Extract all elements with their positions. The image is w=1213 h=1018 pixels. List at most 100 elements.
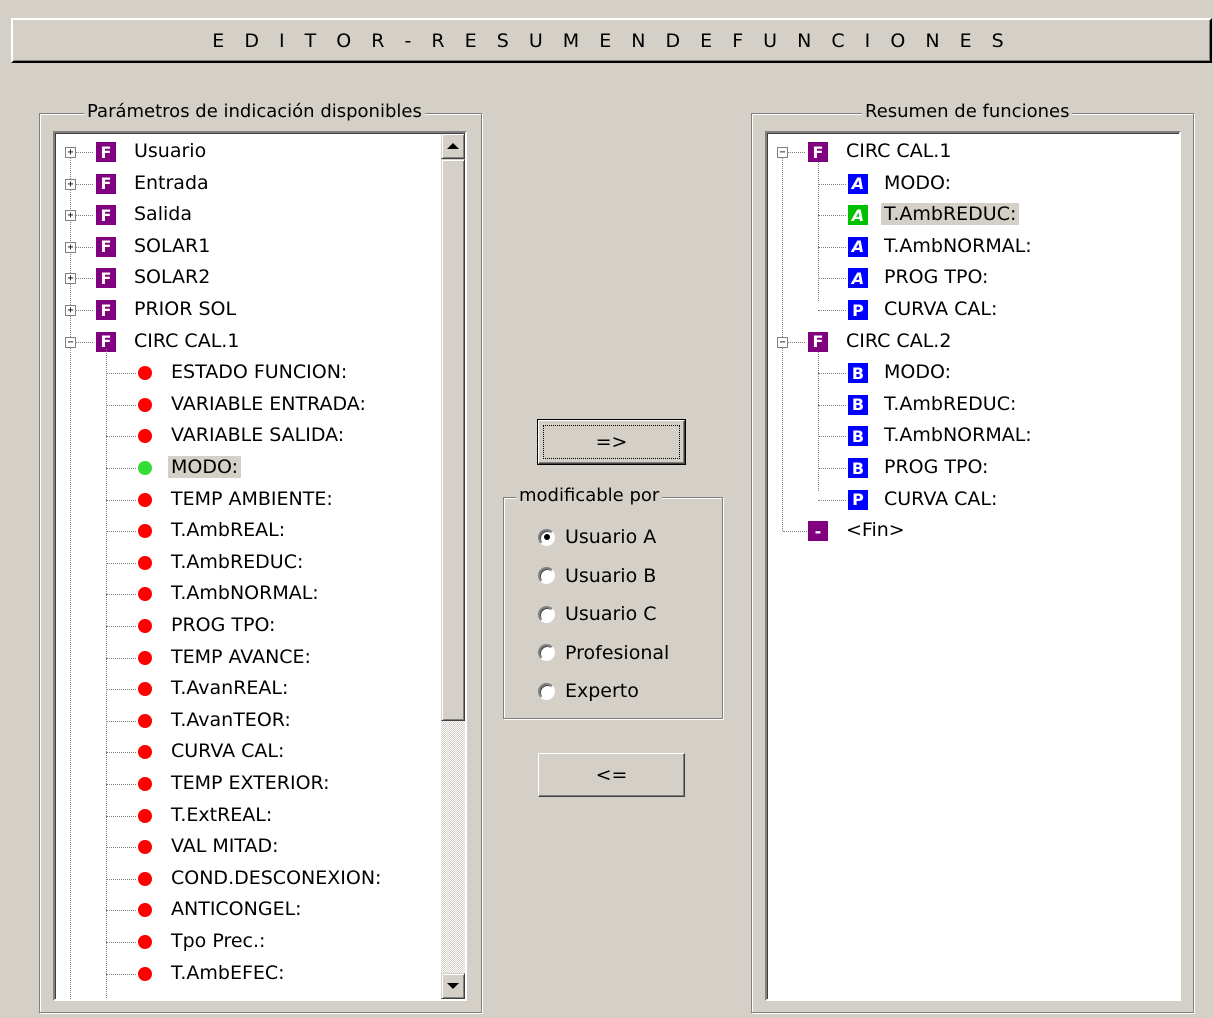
radio-label: Profesional [565, 641, 670, 664]
available-params-legend: Parámetros de indicación disponibles [84, 101, 425, 122]
window-title: E D I T O R - R E S U M E N D E F U N C … [212, 29, 1011, 52]
add-to-summary-button[interactable]: => [537, 419, 686, 465]
a-level-icon: A [848, 268, 868, 289]
tree-branch-line [106, 942, 136, 943]
list-item[interactable]: A T.AmbREDUC: [767, 200, 1167, 231]
modifiable-by-legend: modificable por [516, 485, 663, 506]
list-item[interactable]: B T.AmbNORMAL: [767, 421, 1167, 452]
available-params-tree[interactable]: + F Usuario + F Entrada + F Salida + F SOLAR1 + F SOLA… [53, 131, 467, 1001]
list-item[interactable]: VAL MITAD: [55, 832, 435, 863]
list-item[interactable]: P CURVA CAL: [767, 295, 1167, 326]
list-item[interactable]: CURVA CAL: [55, 737, 435, 768]
scroll-down-button[interactable] [441, 973, 465, 999]
expand-icon[interactable]: + [65, 305, 76, 316]
list-item[interactable]: MODO: [55, 453, 435, 484]
expand-icon[interactable]: + [65, 241, 76, 253]
red-dot-icon [138, 808, 152, 823]
list-item[interactable]: T.AmbREAL: [55, 516, 435, 547]
radio-dot-icon [543, 534, 550, 540]
collapse-icon[interactable]: − [65, 336, 76, 348]
list-item[interactable]: B MODO: [767, 358, 1167, 389]
list-item[interactable]: T.ExtREAL: [55, 801, 435, 832]
radio-unchecked[interactable] [538, 682, 555, 700]
list-item[interactable]: Tpo Prec.: [55, 927, 435, 958]
list-item[interactable]: VARIABLE ENTRADA: [55, 390, 435, 421]
radio-unchecked[interactable] [538, 644, 555, 661]
list-item[interactable]: T.AmbEFEC: [55, 959, 435, 990]
tree-item-label: PROG TPO: [884, 456, 989, 478]
tree-branch-line [818, 278, 846, 280]
list-item[interactable]: T.AmbNORMAL: [55, 579, 435, 610]
radio-label: Experto [565, 680, 639, 702]
list-item[interactable]: T.AvanREAL: [55, 674, 435, 705]
function-icon: F [808, 331, 828, 352]
list-item[interactable]: + F SOLAR1 [55, 232, 435, 263]
list-item[interactable]: TEMP AVANCE: [55, 643, 435, 674]
list-item[interactable]: ESTADO FUNCION: [55, 358, 435, 389]
list-item[interactable]: PROG TPO: [55, 611, 435, 642]
scroll-thumb[interactable] [441, 159, 465, 721]
radio-option[interactable]: Experto [538, 680, 639, 702]
tree-item-label: Entrada [134, 171, 209, 194]
expand-icon[interactable]: + [65, 147, 76, 158]
list-item[interactable]: VARIABLE SALIDA: [55, 421, 435, 452]
expand-icon[interactable]: + [65, 178, 76, 190]
list-item[interactable]: + F PRIOR SOL [55, 295, 435, 326]
red-dot-icon [138, 871, 152, 886]
red-dot-icon [138, 840, 152, 855]
tree-item-label: CURVA CAL: [171, 740, 285, 763]
collapse-icon[interactable]: − [777, 336, 788, 348]
list-item[interactable]: − F CIRC CAL.2 [767, 327, 1167, 358]
list-item[interactable]: COND.DESCONEXION: [55, 864, 435, 895]
list-item[interactable]: T.AvanTEOR: [55, 706, 435, 737]
tree-item-label: Tpo Prec.: [171, 930, 266, 952]
tree-branch-line [106, 626, 136, 627]
radio-option[interactable]: Usuario A [538, 526, 656, 548]
function-summary-tree[interactable]: − F CIRC CAL.1 A MODO: A T.AmbREDUC: A T.AmbNORM… [765, 131, 1181, 1001]
radio-option[interactable]: Usuario C [538, 603, 657, 625]
list-item[interactable]: + F Salida [55, 200, 435, 231]
expand-icon[interactable]: + [65, 273, 76, 285]
list-item[interactable]: − F CIRC CAL.1 [55, 327, 435, 358]
tree-branch-line [818, 215, 846, 217]
radio-option[interactable]: Usuario B [538, 565, 656, 587]
radio-unchecked[interactable] [538, 605, 555, 623]
list-item[interactable]: T.AmbREDUC: [55, 548, 435, 579]
end-icon: - [808, 521, 828, 542]
red-dot-icon [138, 524, 152, 539]
list-item[interactable]: + F Entrada [55, 169, 435, 200]
radio-unchecked[interactable] [538, 567, 555, 584]
collapse-icon[interactable]: − [777, 147, 788, 158]
list-item[interactable]: A T.AmbNORMAL: [767, 232, 1167, 263]
red-dot-icon [138, 682, 152, 697]
list-item[interactable]: B PROG TPO: [767, 453, 1167, 484]
red-dot-icon [138, 619, 152, 633]
list-item[interactable]: A PROG TPO: [767, 263, 1167, 294]
tree-item-label: T.AmbREDUC: [171, 550, 304, 573]
remove-from-summary-button[interactable]: <= [538, 753, 685, 797]
radio-option[interactable]: Profesional [538, 642, 669, 664]
tree-item-label: <Fin> [846, 519, 905, 542]
list-item[interactable]: - <Fin> [767, 516, 1167, 547]
list-item[interactable]: B T.AmbREDUC: [767, 390, 1167, 421]
tree-branch-line [106, 689, 136, 691]
tree-item-label: ESTADO FUNCION: [171, 361, 348, 384]
scroll-up-button[interactable] [441, 133, 465, 159]
left-tree-scrollbar[interactable] [441, 133, 465, 999]
radio-checked[interactable] [538, 528, 555, 546]
list-item[interactable]: P CURVA CAL: [767, 485, 1167, 516]
list-item[interactable]: + F Usuario [55, 137, 435, 168]
tree-branch-line [106, 847, 136, 849]
list-item[interactable]: − F CIRC CAL.1 [767, 137, 1167, 168]
list-item[interactable]: ANTICONGEL: [55, 895, 435, 926]
expand-icon[interactable]: + [65, 210, 76, 222]
tree-item-label: T.AmbREDUC: [881, 203, 1020, 226]
list-item[interactable]: TEMP EXTERIOR: [55, 769, 435, 800]
tree-branch-line [818, 468, 846, 469]
tree-item-label: PROG TPO: [171, 614, 276, 636]
list-item[interactable]: TEMP AMBIENTE: [55, 485, 435, 516]
list-item[interactable]: A MODO: [767, 169, 1167, 200]
tree-branch-line [818, 310, 846, 311]
list-item[interactable]: + F SOLAR2 [55, 263, 435, 294]
tree-branch-line [106, 562, 136, 564]
